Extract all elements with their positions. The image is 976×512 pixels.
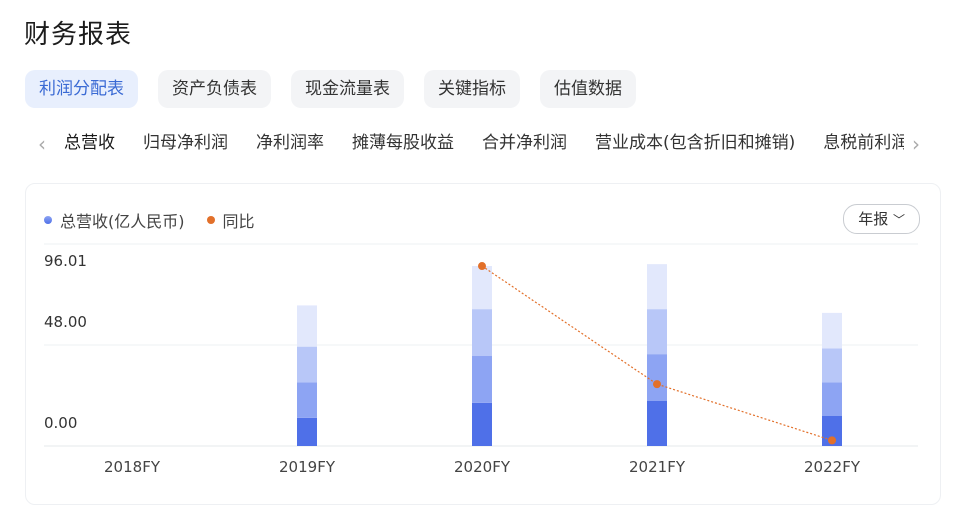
bar-segment <box>472 356 492 403</box>
metric-tabs: ‹ 总营收 归母净利润 净利润率 摊薄每股收益 合并净利润 营业成本(包含折旧和… <box>0 128 976 164</box>
bar-segment <box>647 354 667 402</box>
bar-segment <box>822 312 842 349</box>
bar-segment <box>822 382 842 417</box>
tab-balance-sheet[interactable]: 资产负债表 <box>158 70 271 108</box>
subtab-net-margin[interactable]: 净利润率 <box>256 128 324 164</box>
yoy-point <box>478 262 486 271</box>
bar-segment <box>297 382 317 418</box>
tab-cash-flow[interactable]: 现金流量表 <box>291 70 404 108</box>
bar-segment <box>472 266 492 310</box>
bar-segment <box>472 309 492 357</box>
y-tick-label: 96.01 <box>44 252 87 270</box>
subtab-ebit[interactable]: 息税前利润 <box>823 128 904 164</box>
bar-segment <box>822 348 842 383</box>
chevron-right-icon[interactable]: › <box>912 132 920 156</box>
page-title: 财务报表 <box>24 20 133 50</box>
subtab-net-profit-parent[interactable]: 归母净利润 <box>143 128 228 164</box>
x-tick-label: 2022FY <box>804 458 861 476</box>
metric-tabs-track: 总营收 归母净利润 净利润率 摊薄每股收益 合并净利润 营业成本(包含折旧和摊销… <box>64 128 904 164</box>
chevron-left-icon[interactable]: ‹ <box>38 132 46 156</box>
bar-segment <box>647 264 667 310</box>
bar-segment <box>472 402 492 446</box>
bar-segment <box>297 417 317 446</box>
tab-key-metrics[interactable]: 关键指标 <box>424 70 520 108</box>
x-tick-label: 2018FY <box>104 458 161 476</box>
bar-segment <box>647 401 667 446</box>
x-tick-label: 2020FY <box>454 458 511 476</box>
tab-income-statement[interactable]: 利润分配表 <box>25 70 138 108</box>
x-tick-label: 2019FY <box>279 458 336 476</box>
subtab-operating-cost[interactable]: 营业成本(包含折旧和摊销) <box>595 128 795 164</box>
yoy-point <box>828 436 836 445</box>
yoy-point <box>653 380 661 389</box>
bar-segment <box>297 346 317 383</box>
subtab-total-revenue[interactable]: 总营收 <box>64 128 115 164</box>
subtab-consolidated-net-profit[interactable]: 合并净利润 <box>482 128 567 164</box>
subtab-diluted-eps[interactable]: 摊薄每股收益 <box>352 128 454 164</box>
bar-segment <box>647 309 667 355</box>
y-tick-label: 0.00 <box>44 414 77 432</box>
x-tick-label: 2021FY <box>629 458 686 476</box>
bar-segment <box>297 305 317 347</box>
chart-card: 总营收(亿人民币) 同比 年报 ﹀ 96.01 48.00 0.00 2018FY 20… <box>25 183 941 505</box>
revenue-chart: 96.01 48.00 0.00 2018FY 2019FY 2020FY 2021FY 20… <box>44 243 918 476</box>
tab-valuation[interactable]: 估值数据 <box>540 70 636 108</box>
y-tick-label: 48.00 <box>44 313 87 331</box>
report-tabs: 利润分配表 资产负债表 现金流量表 关键指标 估值数据 <box>25 70 636 108</box>
